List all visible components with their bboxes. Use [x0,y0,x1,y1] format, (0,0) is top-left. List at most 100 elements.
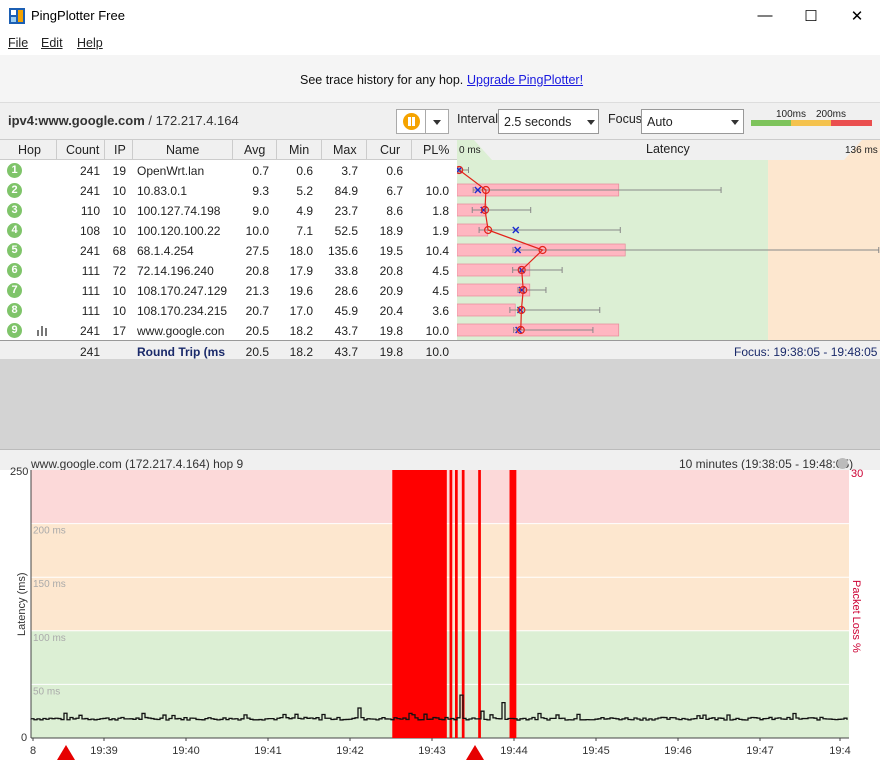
col-ip[interactable]: IP [114,143,126,157]
latency-max-label: 136 ms [845,145,878,156]
col-min[interactable]: Min [289,143,309,157]
menu-help[interactable]: Help [77,36,103,50]
hop-ip: 10 [112,204,126,218]
latency-plot [457,160,880,342]
sum-min: 18.2 [289,345,313,359]
close-button[interactable]: ✕ [834,0,880,31]
col-hop[interactable]: Hop [18,143,41,157]
y-axis-label: Latency (ms) [16,572,28,636]
y2-axis-top: 30 [851,468,864,480]
hop-avg: 9.0 [252,204,269,218]
col-name[interactable]: Name [166,143,199,157]
hop-pl: 3.6 [432,304,449,318]
hop-row[interactable]: 4 108 10 100.120.100.22 10.0 7.1 52.5 18.9 1.9 [0,220,457,240]
band-label: 100 ms [33,633,66,644]
hop-name: www.google.con [137,324,225,338]
hop-min: 5.2 [296,184,313,198]
packet-loss-region [454,470,458,738]
maximize-button[interactable]: ☐ [788,0,834,31]
menu-file[interactable]: File [8,36,28,50]
interval-select[interactable]: 2.5 seconds [498,109,599,134]
col-count[interactable]: Count [66,143,99,157]
hop-row[interactable]: 5 241 68 68.1.4.254 27.5 18.0 135.6 19.5 10.4 [0,240,457,260]
sum-name: Round Trip (ms) [137,345,225,359]
hop-pl: 10.0 [425,184,449,198]
hop-ip: 19 [112,164,126,178]
hop-name: 108.170.247.129 [137,284,227,298]
hop-ip: 17 [112,324,126,338]
menu-edit[interactable]: Edit [41,36,63,50]
hop-row[interactable]: 8 111 10 108.170.234.215 20.7 17.0 45.9 20.4 3.6 [0,300,457,320]
x-tick-label: 19:46 [664,745,692,757]
hop-min: 18.0 [289,244,313,258]
hop-pl: 10.4 [425,244,449,258]
hop-cur: 20.8 [379,264,403,278]
hop-count: 111 [81,264,100,278]
focus-select[interactable]: Auto [641,109,744,134]
hop-min: 17.0 [289,304,313,318]
hop-row[interactable]: 2 241 10 10.83.0.1 9.3 5.2 84.9 6.7 10.0 [0,180,457,200]
banner-text: See trace history for any hop. [300,73,464,87]
timeline-range[interactable]: 10 minutes (19:38:05 - 19:48:05) [679,457,853,471]
pause-dropdown-button[interactable] [426,109,449,134]
hop-min: 17.9 [289,264,313,278]
hop-count: 110 [80,204,100,218]
hop-cur: 20.9 [379,284,403,298]
timeline-graph: 200 ms 150 ms 100 ms 50 ms 8 19:39 19:40 19:41 1… [30,470,851,760]
col-cur[interactable]: Cur [380,143,400,157]
y-axis-zero: 0 [21,732,28,744]
hop-number-badge: 2 [7,183,22,198]
hop-row[interactable]: 1 241 19 OpenWrt.lan 0.7 0.6 3.7 0.6 [0,160,457,180]
minimize-button[interactable]: — [742,0,788,31]
col-pl[interactable]: PL% [423,143,449,157]
range-dropdown-icon[interactable] [837,458,848,469]
hop-cur: 18.9 [379,224,403,238]
hop-max: 28.6 [334,284,358,298]
hop-max: 23.7 [334,204,358,218]
hop-number-badge: 7 [7,283,22,298]
hop-max: 3.7 [341,164,358,178]
latency-min-label: 0 ms [459,145,481,156]
hop-avg: 9.3 [252,184,269,198]
focus-value: Auto [647,115,673,129]
hop-row[interactable]: 7 111 10 108.170.247.129 21.3 19.6 28.6 20.9 4.5 [0,280,457,300]
graph-bars-icon[interactable] [36,324,48,336]
hop-name: 10.83.0.1 [137,184,188,198]
hop-number-badge: 8 [7,303,22,318]
hop-number-badge: 4 [7,223,22,238]
hop-ip: 10 [112,304,126,318]
upgrade-link[interactable]: Upgrade PingPlotter! [467,73,583,87]
target-ip: / 172.217.4.164 [144,113,239,128]
hop-row[interactable]: 3 110 10 100.127.74.198 9.0 4.9 23.7 8.6 1.8 [0,200,457,220]
x-tick-label: 19:45 [582,745,610,757]
x-tick-label: 19:43 [418,745,446,757]
interval-value: 2.5 seconds [504,115,572,129]
empty-panel [0,359,880,450]
window-title: PingPlotter Free [31,8,125,23]
hop-min: 18.2 [289,324,313,338]
hop-count: 111 [81,304,100,318]
scale-label-100: 100ms [776,109,807,120]
hop-number-badge: 9 [7,323,22,338]
x-tick-label: 19:41 [254,745,282,757]
col-max[interactable]: Max [333,143,357,157]
hop-ip: 10 [112,184,126,198]
hop-number-badge: 1 [7,163,22,178]
menu-bar: File Edit Help [0,31,880,55]
hop-count: 108 [79,224,100,238]
pause-button[interactable] [396,109,426,134]
hop-max: 43.7 [334,324,358,338]
band-label: 200 ms [33,526,66,537]
grid-header: Hop Count IP Name Avg Min Max Cur PL% [0,140,457,160]
hop-pl: 10.0 [425,324,449,338]
sum-count: 241 [79,345,100,359]
hop-number-badge: 5 [7,243,22,258]
hop-row[interactable]: 6 111 72 72.14.196.240 20.8 17.9 33.8 20.8 4.5 [0,260,457,280]
hop-row[interactable]: 9 241 17 www.google.con 20.5 18.2 43.7 19.8 10.0 [0,320,457,340]
pause-icon [403,113,420,130]
col-avg[interactable]: Avg [244,143,265,157]
title-bar: PingPlotter Free — ☐ ✕ [0,0,880,31]
menu-help-label: Help [77,36,103,50]
hop-max: 45.9 [334,304,358,318]
interval-label: Interval [457,112,498,126]
